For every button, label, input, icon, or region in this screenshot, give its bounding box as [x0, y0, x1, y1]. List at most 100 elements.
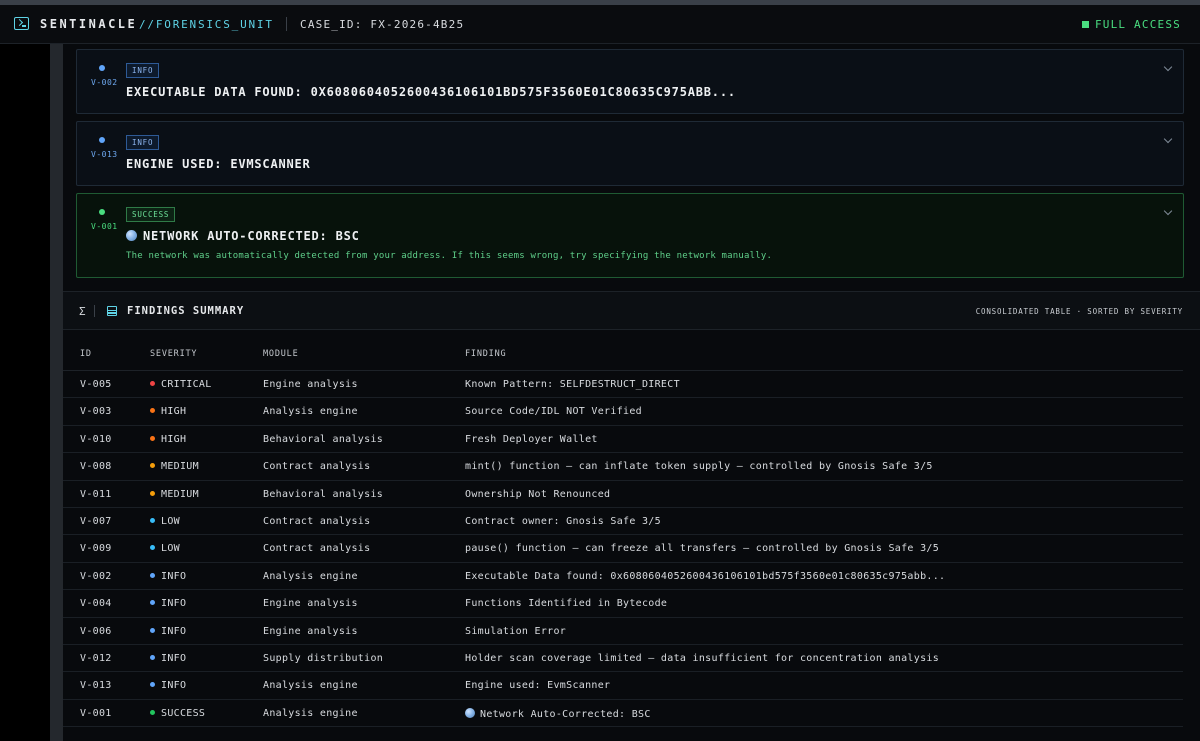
row-severity: LOW: [150, 516, 180, 527]
access-status: FULL ACCESS: [1081, 18, 1181, 31]
table-icon: [107, 306, 117, 316]
table-row[interactable]: V-010 HIGH Behavioral analysis Fresh Deploy…: [63, 426, 1183, 454]
column-header-module: MODULE: [263, 349, 299, 359]
row-severity: MEDIUM: [150, 461, 199, 472]
chevron-down-icon[interactable]: [1163, 206, 1173, 216]
row-severity: INFO: [150, 571, 186, 582]
finding-text: Ownership Not Renounced: [465, 488, 611, 500]
row-module: Behavioral analysis: [263, 488, 384, 500]
row-finding: Holder scan coverage limited — data insu…: [465, 653, 939, 664]
severity-label: INFO: [161, 680, 187, 692]
row-severity: MEDIUM: [150, 489, 199, 500]
case-id: CASE_ID: FX-2026-4B25: [300, 18, 465, 31]
card-title: ENGINE USED: EVMSCANNER: [126, 157, 311, 171]
table-row[interactable]: V-009 LOW Contract analysis pause() functio…: [63, 535, 1183, 563]
card-title: EXECUTABLE DATA FOUND: 0X608060405260043…: [126, 85, 736, 99]
column-header-severity: SEVERITY: [150, 349, 198, 359]
sidebar-scroll-track[interactable]: [50, 44, 63, 741]
row-id: V-003: [80, 406, 112, 418]
row-finding: Contract owner: Gnosis Safe 3/5: [465, 516, 661, 527]
row-module: Analysis engine: [263, 680, 358, 692]
main-content: V-002 INFO EXECUTABLE DATA FOUND: 0X6080…: [63, 44, 1200, 741]
row-id: V-001: [80, 707, 112, 719]
severity-dot-icon: [150, 709, 155, 715]
table-row[interactable]: V-013 INFO Analysis engine Engine used: Evm…: [63, 672, 1183, 700]
table-body: V-005 CRITICAL Engine analysis Known Patter…: [63, 371, 1200, 728]
row-finding: Functions Identified in Bytecode: [465, 598, 667, 609]
row-module: Engine analysis: [263, 625, 358, 637]
row-module: Contract analysis: [263, 515, 371, 527]
severity-label: INFO: [161, 652, 187, 664]
table-row[interactable]: V-012 INFO Supply distribution Holder scan …: [63, 645, 1183, 673]
chevron-down-icon[interactable]: [1163, 62, 1173, 72]
severity-label: HIGH: [161, 433, 187, 445]
table-row[interactable]: V-011 MEDIUM Behavioral analysis Ownership …: [63, 481, 1183, 508]
card-id: V-001: [91, 222, 118, 231]
row-module: Supply distribution: [263, 652, 384, 664]
row-finding: Simulation Error: [465, 626, 566, 637]
finding-text: Network Auto-Corrected: BSC: [480, 708, 651, 720]
severity-dot-icon: [150, 545, 155, 551]
findings-summary-header: Σ FINDINGS SUMMARY CONSOLIDATED TABLE · …: [63, 291, 1200, 330]
row-severity: INFO: [150, 680, 186, 691]
left-sidebar: [0, 44, 50, 741]
severity-label: INFO: [161, 570, 187, 582]
sigma-icon: Σ: [79, 305, 86, 318]
table-row[interactable]: V-005 CRITICAL Engine analysis Known Patter…: [63, 371, 1183, 399]
chevron-down-icon[interactable]: [1163, 134, 1173, 144]
severity-label: LOW: [161, 515, 180, 527]
finding-card-v001[interactable]: V-001 SUCCESS NETWORK AUTO-CORRECTED: BS…: [76, 193, 1184, 278]
severity-dot-icon: [150, 381, 155, 386]
summary-meta: CONSOLIDATED TABLE · SORTED BY SEVERITY: [975, 307, 1183, 316]
row-finding: Executable Data found: 0x608060405260043…: [465, 571, 945, 582]
table-row[interactable]: V-002 INFO Analysis engine Executable Data …: [63, 563, 1183, 591]
severity-dot-icon: [150, 490, 155, 496]
row-id: V-004: [80, 598, 112, 610]
brand-name: SENTINACLE: [40, 17, 138, 31]
severity-badge: INFO: [126, 63, 160, 78]
row-finding: Ownership Not Renounced: [465, 489, 610, 500]
row-id: V-013: [80, 680, 112, 692]
row-finding: pause() function — can freeze all transf…: [465, 543, 939, 554]
row-id: V-011: [80, 488, 112, 500]
severity-dot-icon: [150, 572, 155, 578]
finding-text: Executable Data found: 0x608060405260043…: [465, 570, 946, 582]
access-label: FULL ACCESS: [1094, 18, 1181, 31]
row-module: Engine analysis: [263, 379, 358, 390]
summary-divider: [94, 305, 95, 317]
status-dot-icon: [99, 65, 105, 71]
table-row[interactable]: V-003 HIGH Analysis engine Source Code/IDL …: [63, 398, 1183, 426]
row-finding: Engine used: EvmScanner: [465, 680, 610, 691]
row-module: Behavioral analysis: [263, 433, 384, 445]
table-row[interactable]: V-001 SUCCESS Analysis engine Network Auto-…: [63, 700, 1183, 728]
severity-label: MEDIUM: [161, 488, 199, 500]
table-row[interactable]: V-008 MEDIUM Contract analysis mint() funct…: [63, 453, 1183, 481]
severity-dot-icon: [150, 463, 155, 469]
row-severity: SUCCESS: [150, 708, 205, 719]
finding-text: Holder scan coverage limited — data insu…: [465, 652, 940, 664]
card-title: NETWORK AUTO-CORRECTED: BSC: [143, 229, 360, 243]
row-severity: INFO: [150, 598, 186, 609]
severity-label: LOW: [161, 543, 180, 555]
finding-text: Source Code/IDL NOT Verified: [465, 406, 642, 418]
globe-icon: [126, 230, 137, 241]
severity-dot-icon: [150, 517, 155, 523]
row-severity: HIGH: [150, 434, 186, 445]
table-row[interactable]: V-007 LOW Contract analysis Contract owner:…: [63, 508, 1183, 536]
app-header: SENTINACLE //FORENSICS_UNIT CASE_ID: FX-…: [0, 5, 1200, 44]
row-module: Analysis engine: [263, 707, 358, 719]
finding-card-v013[interactable]: V-013 INFO ENGINE USED: EVMSCANNER: [76, 121, 1184, 186]
row-module: Analysis engine: [263, 406, 358, 418]
table-row[interactable]: V-004 INFO Engine analysis Functions Identi…: [63, 590, 1183, 618]
finding-card-v002[interactable]: V-002 INFO EXECUTABLE DATA FOUND: 0X6080…: [76, 49, 1184, 114]
severity-label: CRITICAL: [161, 379, 212, 390]
row-id: V-002: [80, 570, 112, 582]
summary-title: FINDINGS SUMMARY: [127, 305, 245, 317]
header-divider: [286, 17, 287, 31]
row-module: Engine analysis: [263, 598, 358, 610]
row-finding: Fresh Deployer Wallet: [465, 434, 598, 445]
severity-label: MEDIUM: [161, 461, 199, 473]
row-severity: LOW: [150, 543, 180, 554]
table-row[interactable]: V-006 INFO Engine analysis Simulation Error: [63, 618, 1183, 645]
finding-text: Engine used: EvmScanner: [465, 680, 611, 692]
